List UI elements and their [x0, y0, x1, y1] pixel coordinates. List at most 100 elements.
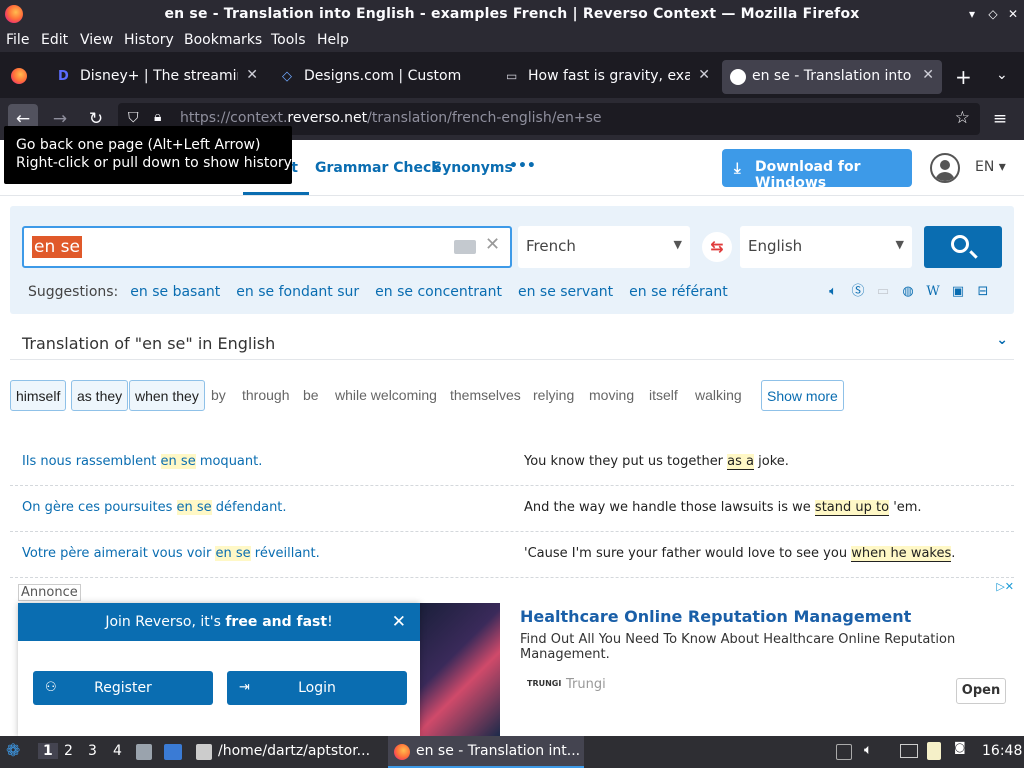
download-windows-button[interactable]: ⤓ Download for Windows: [722, 149, 912, 191]
window-titlebar: en se - Translation into English - examp…: [0, 0, 1024, 30]
search-button[interactable]: [924, 226, 1002, 268]
more-menu-icon[interactable]: •••: [509, 158, 536, 174]
ad-title[interactable]: Healthcare Online Reputation Management: [520, 607, 911, 626]
translation-chip[interactable]: through: [242, 380, 289, 411]
start-menu-icon[interactable]: ❁: [6, 741, 20, 761]
translation-chip[interactable]: when they: [129, 380, 205, 411]
app-menu-icon[interactable]: ≡: [985, 104, 1015, 134]
translation-chip[interactable]: relying: [533, 380, 574, 411]
tab-gravity[interactable]: ▭ How fast is gravity, exact ✕: [498, 60, 718, 94]
ad-choices-icon[interactable]: ▷✕: [982, 580, 1014, 596]
desktop-icon[interactable]: [164, 744, 182, 760]
menu-view[interactable]: View: [80, 32, 113, 48]
search-query-text[interactable]: en se: [32, 236, 82, 258]
minimize-icon[interactable]: ▾: [964, 6, 980, 22]
tab-label: Disney+ | The streaming: [80, 68, 238, 84]
translation-chip[interactable]: walking: [695, 380, 742, 411]
tab-close-icon[interactable]: ✕: [698, 67, 710, 83]
translation-chip[interactable]: itself: [649, 380, 678, 411]
workspace-1[interactable]: 1: [38, 743, 58, 759]
tab-designs[interactable]: ◇ Designs.com | Custom De: [274, 60, 494, 94]
search-input[interactable]: en se ✕: [22, 226, 512, 268]
nav-synonyms-link[interactable]: Synonyms: [432, 160, 513, 176]
translation-chip[interactable]: while welcoming: [335, 380, 437, 411]
display-icon[interactable]: [900, 744, 918, 758]
wikipedia-icon[interactable]: W: [925, 284, 941, 300]
menu-edit[interactable]: Edit: [41, 32, 68, 48]
show-more-button[interactable]: Show more: [761, 380, 844, 411]
clipboard-icon[interactable]: [927, 742, 941, 760]
menu-history[interactable]: History: [124, 32, 174, 48]
swap-languages-icon[interactable]: ⇆: [702, 232, 732, 262]
register-button[interactable]: ⚇ Register: [33, 671, 213, 705]
workspace-2[interactable]: 2: [64, 743, 73, 759]
ad-label: Annonce: [18, 584, 81, 601]
translation-chip[interactable]: themselves: [450, 380, 521, 411]
translation-chip[interactable]: be: [303, 380, 319, 411]
shield-icon[interactable]: ⛉: [128, 110, 139, 126]
tools-row: 🔈︎ Ⓢ ▭ ◍ W ▣ ⊟: [825, 284, 1000, 300]
target-language-value: English: [748, 237, 803, 255]
menu-file[interactable]: File: [6, 32, 29, 48]
menu-bookmarks[interactable]: Bookmarks: [184, 32, 262, 48]
suggestion-link[interactable]: en se référant: [629, 284, 728, 300]
list-tabs-icon[interactable]: ⌄: [996, 67, 1008, 83]
chevron-down-icon[interactable]: ⌄: [996, 332, 1008, 348]
file-manager-icon[interactable]: [136, 744, 152, 760]
tab-disney[interactable]: D Disney+ | The streaming ✕: [50, 60, 266, 94]
translation-chip[interactable]: moving: [589, 380, 634, 411]
bookmark-star-icon[interactable]: ☆: [955, 108, 970, 128]
virtual-keyboard-icon[interactable]: [454, 240, 476, 254]
example-target[interactable]: 'Cause I'm sure your father would love t…: [524, 546, 955, 562]
ad-open-button[interactable]: Open: [956, 678, 1006, 704]
tab-close-icon[interactable]: ✕: [922, 67, 934, 83]
ad-image[interactable]: [420, 603, 500, 736]
menu-help[interactable]: Help: [317, 32, 349, 48]
suggestions-row: Suggestions: en se basant en se fondant su…: [28, 284, 728, 300]
maximize-icon[interactable]: ◇: [985, 6, 1001, 22]
tab-close-icon[interactable]: ✕: [246, 67, 258, 83]
example-source[interactable]: On gère ces poursuites en se défendant.: [22, 500, 287, 515]
nav-grammar-link[interactable]: Grammar Check: [315, 160, 441, 176]
suggestion-link[interactable]: en se servant: [518, 284, 613, 300]
interface-language-select[interactable]: EN ▾: [975, 159, 1006, 175]
target-language-select[interactable]: English ▼: [740, 226, 912, 268]
keyboard-icon[interactable]: ▭: [875, 284, 891, 300]
ad-description[interactable]: Find Out All You Need To Know About Heal…: [520, 632, 990, 662]
lock-icon[interactable]: 🔒︎: [154, 109, 161, 125]
tab-reverso[interactable]: en se - Translation into E ✕: [722, 60, 942, 94]
source-language-select[interactable]: French ▼: [518, 226, 690, 268]
menu-tools[interactable]: Tools: [271, 32, 306, 48]
workspace-3[interactable]: 3: [88, 743, 97, 759]
taskbar-terminal[interactable]: /home/dartz/aptstor...: [190, 736, 382, 768]
chevron-down-icon: ▼: [673, 238, 682, 251]
login-button[interactable]: ⇥ Login: [227, 671, 407, 705]
skype-icon[interactable]: Ⓢ: [850, 284, 866, 300]
user-avatar-icon[interactable]: [930, 153, 960, 183]
url-text[interactable]: https://context.reverso.net/translation/…: [180, 110, 602, 126]
example-source[interactable]: Votre père aimerait vous voir en se réve…: [22, 546, 320, 561]
notification-icon[interactable]: ◙: [954, 740, 966, 754]
translation-chip[interactable]: as they: [71, 380, 129, 411]
workspace-4[interactable]: 4: [113, 743, 122, 759]
new-tab-icon[interactable]: +: [955, 65, 972, 89]
example-source[interactable]: Ils nous rassemblent en se moquant.: [22, 454, 262, 469]
suggestion-link[interactable]: en se concentrant: [375, 284, 502, 300]
close-icon[interactable]: ✕: [392, 612, 406, 632]
translation-chip[interactable]: by: [211, 380, 226, 411]
network-icon[interactable]: [836, 744, 852, 760]
example-target[interactable]: You know they put us together as a joke.: [524, 454, 789, 470]
globe-icon[interactable]: ◍: [900, 284, 916, 300]
close-window-icon[interactable]: ✕: [1005, 6, 1021, 22]
suggestion-link[interactable]: en se basant: [130, 284, 220, 300]
book-icon[interactable]: ⊟: [975, 284, 991, 300]
taskbar-firefox[interactable]: en se - Translation int...: [388, 736, 584, 768]
image-icon[interactable]: ▣: [950, 284, 966, 300]
example-target[interactable]: And the way we handle those lawsuits is …: [524, 500, 922, 516]
firefox-view-icon[interactable]: [11, 68, 27, 84]
suggestion-link[interactable]: en se fondant sur: [236, 284, 359, 300]
volume-icon[interactable]: 🔈︎: [864, 742, 872, 758]
translation-chip[interactable]: himself: [10, 380, 67, 411]
clear-input-icon[interactable]: ✕: [485, 234, 500, 255]
speaker-icon[interactable]: 🔈︎: [825, 284, 841, 300]
